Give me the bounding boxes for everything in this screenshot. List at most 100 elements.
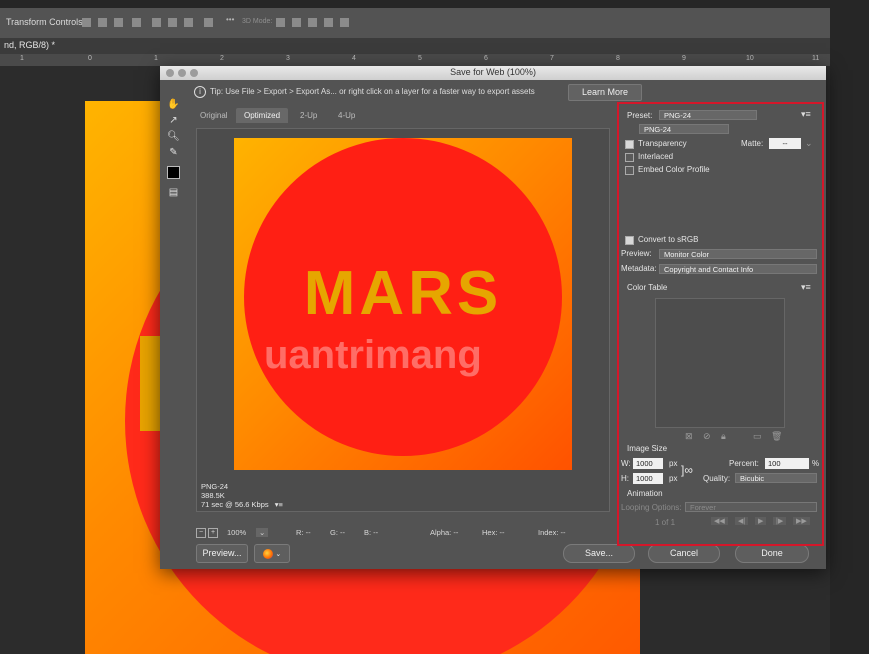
hex-readout: Hex: -- [482,528,505,537]
align-middle-icon[interactable] [168,18,177,27]
align-center-icon[interactable] [98,18,107,27]
zoom-dropdown-icon[interactable]: ⌄ [256,528,269,537]
looping-options-label: Looping Options: [621,503,682,512]
cancel-button[interactable]: Cancel [648,544,720,563]
ruler-number: 10 [746,55,754,62]
embed-color-profile-checkbox[interactable] [625,166,634,175]
matte-chevron-icon[interactable]: ⌄ [805,138,813,149]
eyedropper-color-swatch[interactable] [167,166,180,179]
transform-controls-label[interactable]: Transform Controls [6,17,83,27]
transparency-checkbox[interactable] [625,140,634,149]
dialog-title: Save for Web (100%) [450,67,536,77]
learn-more-button[interactable]: Learn More [568,84,642,101]
align-right-icon[interactable] [114,18,123,27]
3d-pan-icon[interactable] [308,18,317,27]
save-button[interactable]: Save... [563,544,635,563]
3d-roll-icon[interactable] [292,18,301,27]
color-table-label: Color Table [627,283,668,292]
frame-counter: 1 of 1 [655,518,676,527]
lock-color-icon[interactable]: 🔒︎ [721,431,726,442]
preview-size: 388.5K [201,491,225,500]
play-icon[interactable]: ▶ [755,517,767,525]
next-frame-icon[interactable]: |▶ [773,517,787,525]
metadata-label: Metadata: [621,264,657,273]
browser-preview-button[interactable]: ⌄ [254,544,290,563]
distribute-vertical-icon[interactable] [204,18,213,27]
optimized-preview-pane[interactable]: MARS uantrimang PNG-24 388.5K 71 sec @ 5… [196,128,610,512]
matte-select[interactable]: -- [769,138,801,149]
percent-sign: % [812,459,820,468]
previous-frame-icon[interactable]: ◀| [735,517,749,525]
align-bottom-icon[interactable] [184,18,193,27]
preview-button[interactable]: Preview... [196,544,248,563]
ruler-number: 9 [682,55,686,62]
preview-image: MARS uantrimang [234,138,572,470]
color-table-menu-icon[interactable]: ▾≡ [801,282,811,293]
constrain-proportions-icon[interactable]: ]∞ [681,463,693,477]
distribute-icon[interactable] [132,18,141,27]
preview-mars-text: MARS [303,259,503,328]
3d-scale-icon[interactable] [340,18,349,27]
view-tabs: Original Optimized 2-Up 4-Up [190,108,610,126]
preview-color-value: Monitor Color [664,250,710,259]
tab-original[interactable]: Original [200,111,228,120]
interlaced-checkbox[interactable] [625,153,634,162]
delete-color-icon[interactable]: 🗑︎ [771,431,782,442]
toggle-slices-icon[interactable]: ▤ [167,186,180,199]
zoom-tool-icon[interactable]: 🔍︎ [167,130,180,143]
dialog-titlebar[interactable]: Save for Web (100%) [160,66,826,80]
last-frame-icon[interactable]: ▶▶ [793,517,810,525]
more-icon[interactable]: ••• [226,15,235,24]
matte-label: Matte: [741,139,764,148]
3d-rotate-icon[interactable] [276,18,285,27]
tab-2-up[interactable]: 2-Up [300,111,317,120]
firefox-icon [262,548,273,559]
3d-slide-icon[interactable] [324,18,333,27]
looping-options-value: Forever [690,503,716,512]
tip-text: Tip: Use File > Export > Export As... or… [210,87,535,96]
download-speed-menu-icon[interactable]: ▾≡ [275,500,283,509]
document-title: nd, RGB/8) * [4,40,56,50]
align-top-icon[interactable] [152,18,161,27]
metadata-select[interactable]: Copyright and Contact Info [659,264,817,274]
ruler-number: 1 [20,55,24,62]
quality-select[interactable]: Bicubic [735,473,817,483]
percent-input[interactable]: 100 [765,458,809,469]
document-tab[interactable]: nd, RGB/8) * [0,38,830,54]
tip-bar: i Tip: Use File > Export > Export As... … [188,84,818,101]
tab-4-up[interactable]: 4-Up [338,111,355,120]
ruler-number: 0 [88,55,92,62]
zoom-level[interactable]: 100% [227,528,246,537]
preset-value: PNG-24 [664,111,692,120]
metadata-value: Copyright and Contact Info [664,265,754,274]
index-readout: Index: -- [538,528,566,537]
zoom-in-icon[interactable]: + [208,528,218,538]
file-format-select[interactable]: PNG-24 [639,124,729,134]
percent-label: Percent: [729,459,759,468]
preview-info: PNG-24 388.5K 71 sec @ 56.6 Kbps ▾≡ [201,482,283,509]
color-table-grid[interactable] [655,298,785,428]
optimize-menu-icon[interactable]: ▾≡ [801,109,811,120]
preview-label: Preview: [621,249,652,258]
width-input[interactable]: 1000 [633,458,663,469]
map-color-icon[interactable]: ⊠ [685,431,693,442]
slice-select-tool-icon[interactable]: ↗ [167,114,180,127]
height-input[interactable]: 1000 [633,473,663,484]
preview-color-select[interactable]: Monitor Color [659,249,817,259]
height-label: H: [621,474,629,483]
web-shift-icon[interactable]: ⊘ [703,431,711,442]
zoom-out-icon[interactable]: − [196,528,206,538]
ruler-number: 4 [352,55,356,62]
first-frame-icon[interactable]: ◀◀ [711,517,728,525]
tab-optimized[interactable]: Optimized [236,108,289,123]
hand-tool-icon[interactable]: ✋ [167,98,180,111]
eyedropper-tool-icon[interactable]: ✎ [167,146,180,159]
preset-select[interactable]: PNG-24 [659,110,757,120]
done-button[interactable]: Done [735,544,809,563]
align-left-icon[interactable] [82,18,91,27]
new-color-icon[interactable]: ▭ [753,431,762,442]
convert-srgb-checkbox[interactable] [625,236,634,245]
looping-options-select[interactable]: Forever [685,502,817,512]
convert-srgb-label: Convert to sRGB [638,235,699,244]
3d-mode-label: 3D Mode: [242,18,273,25]
